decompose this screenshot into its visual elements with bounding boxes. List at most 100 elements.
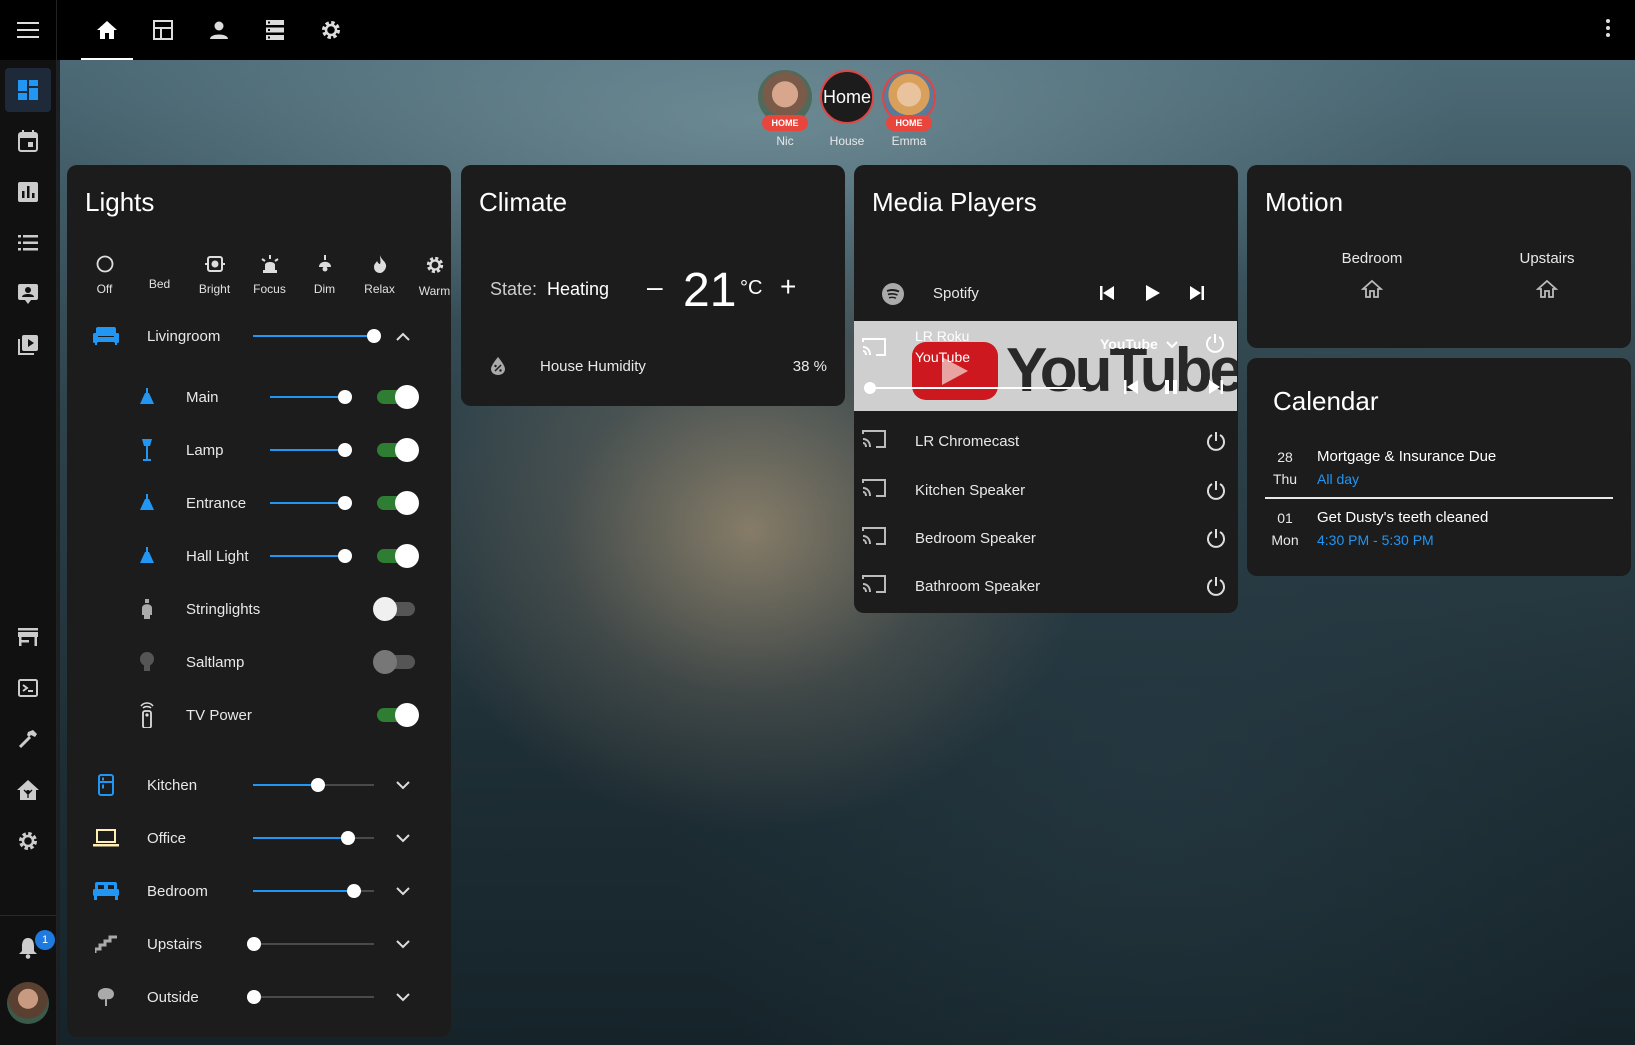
preset-off[interactable]: Off — [77, 255, 132, 298]
light-stringlights[interactable]: Stringlights — [67, 589, 451, 629]
light-group-livingroom[interactable]: Livingroom — [67, 316, 451, 356]
power-button[interactable] — [1206, 528, 1226, 553]
slider-knob[interactable] — [367, 329, 381, 343]
slider-knob[interactable] — [338, 390, 352, 404]
tab-settings[interactable] — [303, 0, 359, 60]
slider-knob[interactable] — [311, 778, 325, 792]
preset-bed[interactable]: Bed — [132, 255, 187, 298]
expand-button[interactable] — [393, 881, 413, 901]
brightness-slider[interactable] — [270, 443, 352, 457]
temp-up-button[interactable]: + — [780, 271, 796, 303]
preset-relax[interactable]: Relax — [352, 255, 407, 298]
slider-knob[interactable] — [338, 443, 352, 457]
collapse-button[interactable] — [393, 326, 413, 346]
light-toggle[interactable] — [377, 385, 419, 409]
preset-warm[interactable]: Warm — [407, 255, 462, 298]
brightness-slider[interactable] — [253, 884, 374, 898]
more-menu-button[interactable] — [1605, 18, 1611, 43]
expand-button[interactable] — [393, 987, 413, 1007]
light-hall[interactable]: Hall Light — [67, 536, 451, 576]
slider-knob[interactable] — [338, 496, 352, 510]
sidebar-item-settings[interactable] — [5, 819, 51, 863]
expand-button[interactable] — [393, 828, 413, 848]
media-player-bathroom-speaker[interactable]: Bathroom Speaker — [854, 564, 1238, 610]
slider-knob[interactable] — [247, 937, 261, 951]
power-button[interactable] — [1206, 431, 1226, 456]
media-player-bedroom-speaker[interactable]: Bedroom Speaker — [854, 516, 1238, 562]
sidebar-item-calendar[interactable] — [5, 119, 51, 163]
preset-dim[interactable]: Dim — [297, 255, 352, 298]
power-button[interactable] — [1206, 576, 1226, 601]
light-toggle[interactable] — [377, 491, 419, 515]
light-lamp[interactable]: Lamp — [67, 430, 451, 470]
light-toggle[interactable] — [377, 703, 419, 727]
preset-focus[interactable]: Focus — [242, 255, 297, 298]
light-entrance[interactable]: Entrance — [67, 483, 451, 523]
tab-home[interactable] — [79, 0, 135, 60]
brightness-slider[interactable] — [270, 390, 352, 404]
light-group-outside[interactable]: Outside — [67, 977, 451, 1017]
play-button[interactable] — [1146, 285, 1160, 306]
sidebar-item-logbook[interactable] — [5, 221, 51, 265]
brightness-slider[interactable] — [247, 937, 374, 951]
previous-button[interactable] — [1124, 380, 1138, 399]
light-group-upstairs[interactable]: Upstairs — [67, 924, 451, 964]
person-nic[interactable]: HOME Nic — [758, 70, 812, 148]
sidebar-item-supervisor[interactable] — [5, 768, 51, 812]
light-saltlamp[interactable]: Saltlamp — [67, 642, 451, 682]
temp-down-button[interactable]: – — [647, 271, 663, 303]
media-player-spotify[interactable]: Spotify — [854, 271, 1238, 317]
next-button[interactable] — [1209, 380, 1223, 399]
media-player-lr-chromecast[interactable]: LR Chromecast — [854, 419, 1238, 465]
sidebar-item-developer-tools[interactable] — [5, 717, 51, 761]
expand-button[interactable] — [393, 775, 413, 795]
light-group-office[interactable]: Office — [67, 818, 451, 858]
person-house[interactable]: Home House — [820, 70, 874, 148]
light-tv-power[interactable]: TV Power — [67, 695, 451, 735]
slider-knob[interactable] — [338, 549, 352, 563]
tab-person[interactable] — [191, 0, 247, 60]
light-toggle[interactable] — [377, 544, 419, 568]
slider-knob[interactable] — [347, 884, 361, 898]
sidebar-item-overview[interactable] — [5, 68, 51, 112]
calendar-event[interactable]: 01 Mon Get Dusty's teeth cleaned 4:30 PM … — [1247, 507, 1631, 557]
motion-sensor-upstairs[interactable]: Upstairs — [1482, 250, 1612, 304]
preset-bright[interactable]: Bright — [187, 255, 242, 298]
sidebar-item-history[interactable] — [5, 170, 51, 214]
brightness-slider[interactable] — [253, 831, 374, 845]
brightness-slider[interactable] — [253, 778, 374, 792]
expand-button[interactable] — [393, 934, 413, 954]
light-toggle[interactable] — [377, 438, 419, 462]
menu-button[interactable] — [0, 0, 57, 60]
source-select[interactable]: YouTube — [1100, 336, 1178, 352]
progress-bar[interactable] — [866, 387, 1086, 389]
sidebar-item-hacs[interactable] — [5, 615, 51, 659]
media-player-lr-roku[interactable]: YouTube LR Roku YouTube YouTube — [854, 321, 1237, 411]
sidebar-item-notifications[interactable]: 1 — [5, 926, 55, 970]
calendar-event[interactable]: 28 Thu Mortgage & Insurance Due All day — [1247, 446, 1631, 496]
brightness-slider[interactable] — [253, 329, 381, 343]
brightness-slider[interactable] — [247, 990, 374, 1004]
slider-knob[interactable] — [247, 990, 261, 1004]
power-button[interactable] — [1206, 480, 1226, 505]
motion-sensor-bedroom[interactable]: Bedroom — [1307, 250, 1437, 304]
sidebar-item-terminal[interactable] — [5, 666, 51, 710]
brightness-slider[interactable] — [270, 496, 352, 510]
light-group-bedroom[interactable]: Bedroom — [67, 871, 451, 911]
power-button[interactable] — [1205, 333, 1225, 358]
tab-dashboard[interactable] — [135, 0, 191, 60]
slider-knob[interactable] — [341, 831, 355, 845]
light-main[interactable]: Main — [67, 377, 451, 417]
user-avatar[interactable] — [7, 982, 49, 1024]
media-player-kitchen-speaker[interactable]: Kitchen Speaker — [854, 468, 1238, 514]
pause-button[interactable] — [1164, 380, 1178, 399]
light-toggle[interactable] — [373, 650, 415, 674]
progress-knob[interactable] — [864, 382, 876, 394]
light-group-kitchen[interactable]: Kitchen — [67, 765, 451, 805]
brightness-slider[interactable] — [270, 549, 352, 563]
person-emma[interactable]: HOME Emma — [882, 70, 936, 148]
next-button[interactable] — [1190, 286, 1204, 305]
tab-server[interactable] — [247, 0, 303, 60]
previous-button[interactable] — [1100, 286, 1114, 305]
light-toggle[interactable] — [373, 597, 415, 621]
